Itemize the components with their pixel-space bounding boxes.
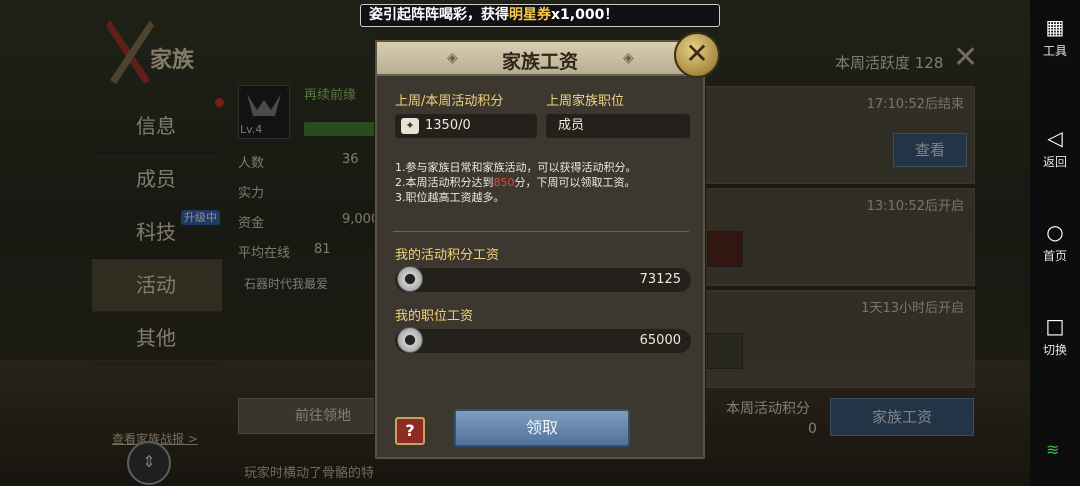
clan-sidebar: 信息 成员 科技 升级中 活动 其他	[92, 98, 224, 365]
home-label: 首页	[1042, 249, 1067, 263]
position-label: 上周家族职位	[546, 94, 625, 109]
position-value: 成员	[558, 118, 585, 133]
sidebar-item-tech[interactable]: 科技 升级中	[92, 206, 222, 259]
activity-salary-value: 73125	[639, 272, 681, 287]
points-value: 1350/0	[425, 118, 471, 133]
clan-level: Lv.4	[240, 123, 263, 136]
position-salary-label: 我的职位工资	[395, 309, 474, 324]
event-card: 17:10:52后结束 查看	[700, 86, 975, 184]
clan-horns-icon	[247, 94, 281, 116]
points-label: 上周/本周活动积分	[395, 94, 504, 109]
weekly-points-value: 0	[808, 421, 817, 437]
upgrading-badge: 升级中	[181, 210, 220, 225]
news-scroll-text: 玩家时横动了骨骼的特	[244, 466, 375, 481]
sidebar-item-activities[interactable]: 活动	[92, 259, 222, 312]
event-thumbnail	[707, 333, 743, 369]
switch-button[interactable]: □ 切换	[1030, 315, 1080, 358]
dialog-title: 家族工资	[501, 51, 578, 73]
stat-label-power: 实力	[238, 186, 265, 201]
home-circle-icon: ○	[1046, 220, 1064, 244]
switch-label: 切换	[1042, 343, 1067, 357]
tools-label: 工具	[1042, 44, 1067, 58]
home-button[interactable]: ○ 首页	[1030, 221, 1080, 264]
rule-line: 3.职位越高工资越多。	[395, 191, 505, 204]
ticker-text: 姿引起阵阵喝彩，获得	[369, 7, 509, 23]
dialog-header: ◈ 家族工资 ◈	[377, 42, 703, 76]
event-thumbnail	[707, 231, 743, 267]
event-timer: 1天13小时后开启	[861, 301, 964, 316]
rule-text: 2.本周活动积分达到	[395, 176, 494, 189]
rule-line: 1.参与家族日常和家族活动，可以获得活动积分。	[395, 161, 637, 174]
grid-icon: ▦	[1045, 15, 1065, 39]
salary-dialog: ◈ 家族工资 ◈ ✕ 上周/本周活动积分 ✦ 1350/0 上周家族职位 成员 …	[375, 32, 720, 459]
clan-notice: 石器时代我最爱	[244, 277, 329, 291]
rule-line: 2.本周活动积分达到850分，下周可以领取工资。	[395, 175, 637, 190]
clan-salary-button[interactable]: 家族工资	[830, 398, 974, 436]
announcement-ticker: 姿引起阵阵喝彩，获得明星券x1,000！	[360, 4, 720, 27]
clan-info-panel: Lv.4 再续前缘 97 人数 36 实力 资金 9,000 平均在线 81 石…	[228, 80, 404, 400]
scroll-toggle-icon[interactable]: ⇕	[127, 441, 171, 485]
view-event-button[interactable]: 查看	[893, 133, 967, 167]
clan-page-title: 家族	[150, 48, 195, 73]
event-card: 13:10:52后开启	[700, 188, 975, 286]
activity-salary-label: 我的活动积分工资	[395, 248, 500, 263]
stat-value-members: 36	[342, 152, 359, 167]
clan-name: 再续前缘	[304, 88, 357, 103]
close-icon[interactable]: ✕	[674, 32, 720, 78]
event-timer: 17:10:52后结束	[866, 97, 964, 112]
position-salary-value: 65000	[639, 333, 681, 348]
game-screen: 家族 本周活跃度 128 ✕ 信息 成员 科技 升级中 活动 其他 Lv.4 再…	[0, 0, 1030, 486]
rule-text: 分，下周可以领取工资。	[514, 176, 636, 189]
back-triangle-icon: ◁	[1047, 126, 1063, 150]
sidebar-item-label: 其他	[136, 326, 176, 350]
sidebar-item-label: 活动	[136, 273, 176, 297]
recent-square-icon: □	[1045, 314, 1065, 338]
activity-salary-bar: 73125	[395, 266, 691, 292]
sidebar-item-info[interactable]: 信息	[92, 98, 224, 153]
event-card: 1天13小时后开启	[700, 290, 975, 388]
stat-value-funds: 9,000	[342, 212, 380, 227]
back-button[interactable]: ◁ 返回	[1030, 127, 1080, 170]
stat-label-funds: 资金	[238, 216, 265, 231]
weekly-activity-score: 本周活跃度 128	[835, 54, 944, 72]
weekly-points-label: 本周活动积分	[726, 401, 810, 417]
wifi-icon: ≋	[1046, 440, 1060, 459]
ornament-icon: ◈	[623, 50, 634, 66]
system-nav-bar: ▦ 工具 ◁ 返回 ○ 首页 □ 切换 ≋	[1030, 0, 1080, 486]
goto-territory-button[interactable]: 前往领地	[238, 398, 378, 434]
event-timer: 13:10:52后开启	[866, 199, 964, 214]
claim-button[interactable]: 领取	[454, 409, 630, 447]
sidebar-item-other[interactable]: 其他	[92, 312, 222, 365]
sidebar-item-label: 成员	[136, 167, 176, 191]
position-field: 成员	[546, 114, 690, 138]
notification-dot	[215, 98, 224, 107]
coin-icon	[397, 266, 423, 292]
points-ticket-icon: ✦	[401, 118, 419, 134]
back-label: 返回	[1042, 155, 1067, 169]
sidebar-item-label: 科技	[136, 220, 176, 244]
sidebar-item-members[interactable]: 成员	[92, 153, 222, 206]
help-button[interactable]: ?	[395, 417, 425, 445]
stat-label-avg-online: 平均在线	[238, 246, 291, 261]
points-field: ✦ 1350/0	[395, 114, 537, 138]
position-salary-bar: 65000	[395, 327, 691, 353]
stat-label-members: 人数	[238, 156, 265, 171]
salary-rules: 1.参与家族日常和家族活动，可以获得活动积分。 2.本周活动积分达到850分，下…	[395, 160, 637, 205]
stat-value-avg-online: 81	[314, 242, 331, 257]
rule-threshold: 850	[493, 176, 515, 189]
coin-icon	[397, 327, 423, 353]
divider	[393, 231, 689, 232]
tools-button[interactable]: ▦ 工具	[1030, 16, 1080, 59]
page-close-icon[interactable]: ✕	[953, 40, 978, 75]
sidebar-item-label: 信息	[136, 114, 176, 138]
ticker-text: x1,000！	[551, 7, 619, 23]
ticker-highlight: 明星券	[509, 7, 551, 23]
